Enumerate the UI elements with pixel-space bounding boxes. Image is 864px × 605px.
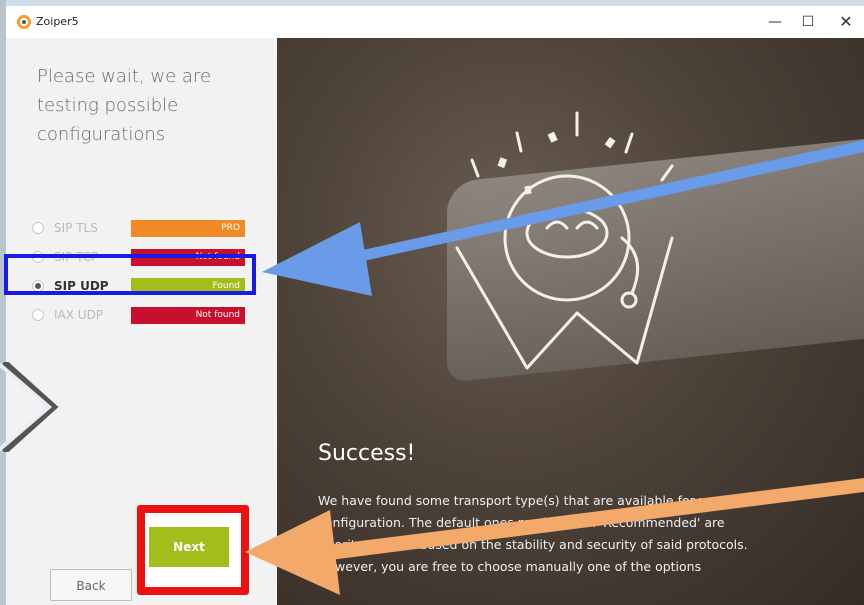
zoiper-logo-icon [17, 15, 31, 29]
protocol-row-iax-udp[interactable]: IAX UDP Not found [28, 305, 248, 327]
minimize-button[interactable]: — [761, 11, 789, 33]
testing-heading: Please wait, we are testing possible con… [37, 66, 212, 145]
chevron-right-icon [0, 362, 59, 452]
protocol-label: IAX UDP [54, 308, 104, 322]
iax-udp-radio[interactable] [32, 309, 44, 321]
success-title: Success! [318, 441, 416, 466]
sip-udp-highlight-box [4, 254, 256, 295]
status-badge-not-found: Not found [131, 307, 245, 324]
maximize-button[interactable]: ☐ [794, 11, 822, 33]
close-button[interactable]: ✕ [832, 11, 860, 33]
success-panel: Success! We have found some transport ty… [277, 38, 864, 605]
next-button[interactable]: Next [149, 527, 229, 567]
sip-tls-radio[interactable] [32, 222, 44, 234]
window-title: Zoiper5 [36, 15, 79, 28]
protocol-label: SIP TLS [54, 221, 98, 235]
title-bar[interactable]: Zoiper5 — ☐ ✕ [6, 6, 864, 38]
protocol-row-sip-tls[interactable]: SIP TLS PRO [28, 218, 248, 240]
success-description: We have found some transport type(s) tha… [318, 493, 748, 574]
status-badge-pro: PRO [131, 220, 245, 237]
back-button[interactable]: Back [50, 569, 132, 601]
zoiper-window: Zoiper5 — ☐ ✕ Please wait, we are testin… [6, 6, 864, 605]
